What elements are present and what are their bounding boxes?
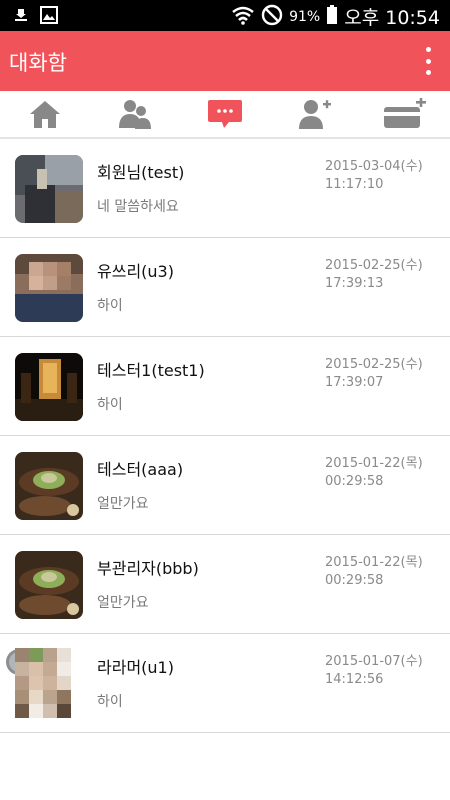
timestamp: 2015-01-07(수) 14:12:56 [325, 653, 423, 689]
contact-name: 유쓰리(u3) [97, 262, 174, 281]
tab-add-friend[interactable] [270, 91, 360, 137]
message-time: 17:39:13 [325, 276, 384, 291]
message-date: 2015-02-25(수) [325, 258, 423, 273]
contact-name: 회원님(test) [97, 163, 185, 182]
avatar [15, 452, 83, 520]
app-bar: 대화함 [0, 31, 450, 91]
contact-name: 라라머(u1) [97, 658, 174, 677]
conversation-item[interactable]: 부관리자(bbb) 얼만가요 2015-01-22(목) 00:29:58 [0, 535, 450, 634]
conversation-item[interactable]: 회원님(test) 네 말씀하세요 2015-03-04(수) 11:17:10 [0, 139, 450, 238]
contact-name: 테스터(aaa) [97, 460, 184, 479]
tab-home[interactable] [0, 91, 90, 137]
timestamp: 2015-01-22(목) 00:29:58 [325, 554, 423, 590]
avatar [15, 353, 83, 421]
last-message: 하이 [97, 298, 123, 314]
timestamp: 2015-01-22(목) 00:29:58 [325, 455, 423, 491]
conversation-item[interactable]: 테스터(aaa) 얼만가요 2015-01-22(목) 00:29:58 [0, 436, 450, 535]
clock: 오후 10:54 [344, 7, 440, 29]
status-bar: 91% 오후 10:54 [0, 0, 450, 31]
message-date: 2015-02-25(수) [325, 357, 423, 372]
tab-friends[interactable] [90, 91, 180, 137]
avatar [15, 155, 83, 223]
message-time: 00:29:58 [325, 573, 384, 588]
do-not-disturb-icon [261, 4, 283, 30]
message-date: 2015-03-04(수) [325, 159, 423, 174]
last-message: 얼만가요 [97, 496, 149, 512]
last-message: 하이 [97, 694, 123, 710]
last-message: 얼만가요 [97, 595, 149, 611]
add-friend-icon [299, 100, 331, 129]
conversation-item[interactable]: 라라머(u1) 하이 2015-01-07(수) 14:12:56 [0, 634, 450, 733]
message-date: 2015-01-22(목) [325, 555, 423, 570]
timestamp: 2015-02-25(수) 17:39:07 [325, 356, 423, 392]
message-time: 14:12:56 [325, 672, 384, 687]
wifi-icon [231, 5, 255, 29]
conversation-item[interactable]: 테스터1(test1) 하이 2015-02-25(수) 17:39:07 [0, 337, 450, 436]
message-date: 2015-01-22(목) [325, 456, 423, 471]
battery-percent: 91% [289, 8, 321, 25]
contact-name: 부관리자(bbb) [97, 559, 199, 578]
avatar [15, 254, 83, 322]
chat-icon [208, 100, 242, 128]
tab-bar [0, 91, 450, 139]
gallery-icon [40, 6, 58, 28]
last-message: 네 말씀하세요 [97, 199, 179, 215]
home-icon [30, 101, 60, 128]
contact-name: 테스터1(test1) [97, 361, 205, 380]
overflow-menu-icon[interactable] [418, 47, 438, 75]
download-icon [12, 6, 30, 28]
avatar [5, 648, 81, 720]
message-date: 2015-01-07(수) [325, 654, 423, 669]
message-time: 17:39:07 [325, 375, 384, 390]
tab-add-card[interactable] [360, 91, 450, 137]
page-title: 대화함 [9, 51, 67, 75]
friends-icon [119, 100, 151, 129]
battery-icon [326, 4, 338, 29]
card-add-icon [384, 98, 426, 128]
timestamp: 2015-03-04(수) 11:17:10 [325, 158, 423, 194]
tab-chat[interactable] [180, 91, 270, 137]
message-time: 00:29:58 [325, 474, 384, 489]
conversation-list: 회원님(test) 네 말씀하세요 2015-03-04(수) 11:17:10… [0, 139, 450, 733]
last-message: 하이 [97, 397, 123, 413]
avatar [15, 551, 83, 619]
timestamp: 2015-02-25(수) 17:39:13 [325, 257, 423, 293]
message-time: 11:17:10 [325, 177, 384, 192]
conversation-item[interactable]: 유쓰리(u3) 하이 2015-02-25(수) 17:39:13 [0, 238, 450, 337]
